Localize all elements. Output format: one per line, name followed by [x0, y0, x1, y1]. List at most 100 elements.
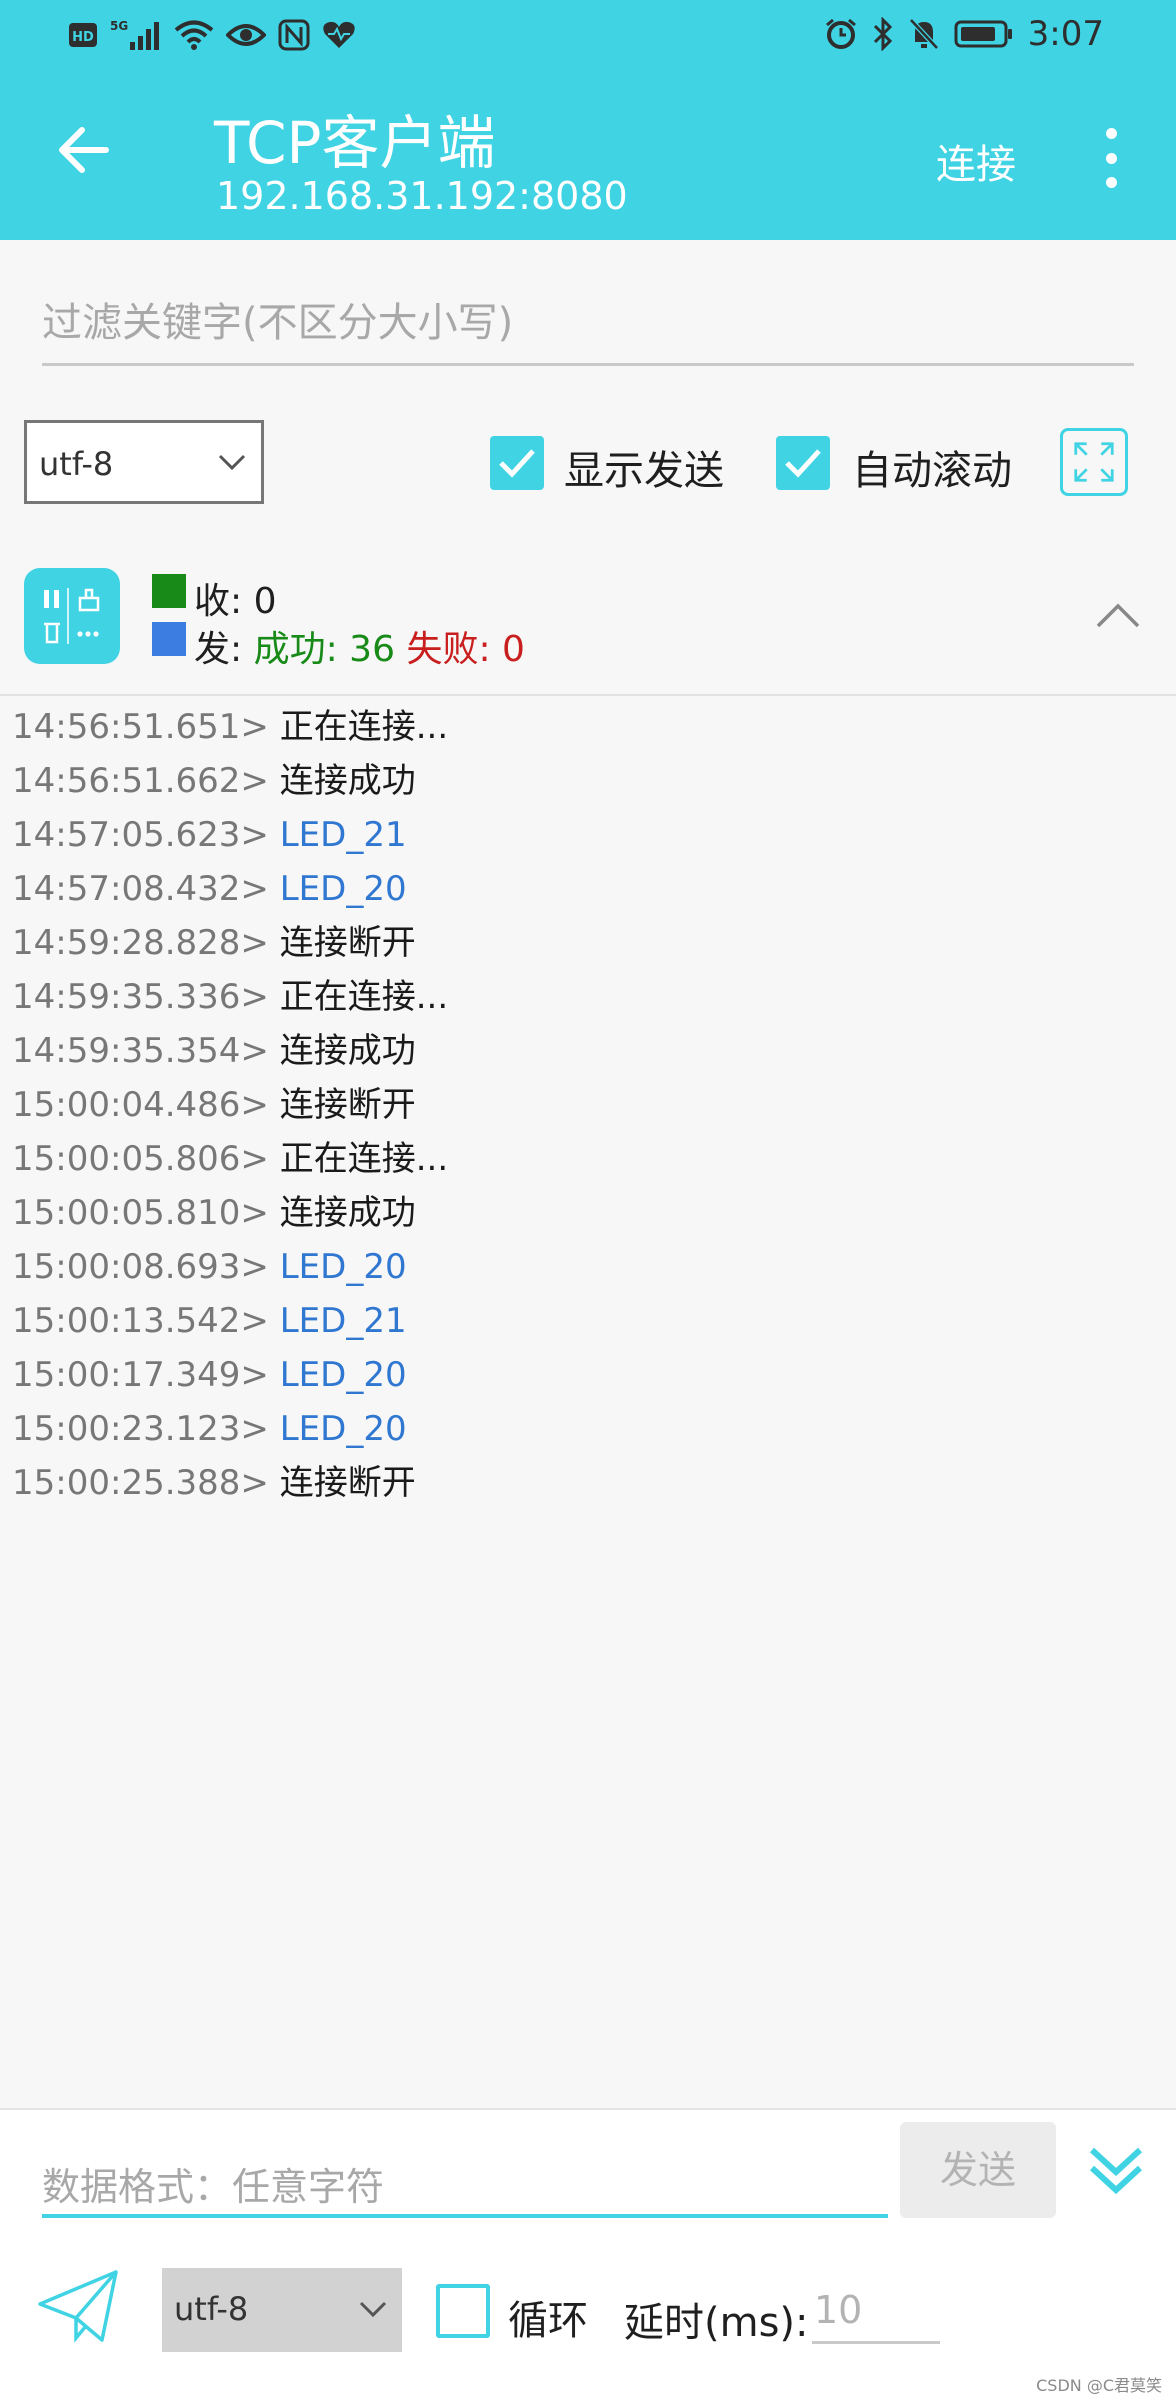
- send-button[interactable]: 发送: [900, 2122, 1056, 2218]
- fullscreen-icon[interactable]: [1060, 428, 1128, 496]
- log-message: LED_20: [279, 1247, 407, 1287]
- log-row: 15:00:23.123> LED_20: [12, 1402, 1162, 1456]
- log-message: LED_21: [279, 1301, 407, 1341]
- log-timestamp: 15:00:25.388>: [12, 1463, 269, 1503]
- log-message: 正在连接...: [279, 1139, 449, 1179]
- back-arrow-icon[interactable]: [52, 118, 116, 182]
- log-message: LED_20: [279, 1409, 407, 1449]
- log-row: 14:59:35.354> 连接成功: [12, 1024, 1162, 1078]
- delay-input[interactable]: 10: [812, 2282, 940, 2344]
- log-timestamp: 14:56:51.662>: [12, 761, 269, 801]
- log-message: 连接断开: [279, 1463, 416, 1503]
- log-timestamp: 14:57:08.432>: [12, 869, 269, 909]
- filter-input[interactable]: 过滤关键字(不区分大小写): [42, 286, 1134, 366]
- log-row: 15:00:08.693> LED_20: [12, 1240, 1162, 1294]
- connect-button[interactable]: 连接: [936, 132, 1016, 190]
- log-message: 连接成功: [279, 1193, 416, 1233]
- send-fail-count: 失败: 0: [406, 629, 525, 670]
- recv-value: 0: [253, 581, 277, 622]
- log-message: LED_21: [279, 815, 407, 855]
- auto-scroll-label: 自动滚动: [852, 448, 1012, 494]
- more-options-icon[interactable]: [1096, 128, 1126, 188]
- log-control-button[interactable]: [24, 568, 120, 664]
- double-chevron-down-icon[interactable]: [1084, 2138, 1148, 2202]
- log-message: 连接断开: [279, 1085, 416, 1125]
- checkmark-icon: [499, 449, 535, 478]
- mute-bell-icon: [908, 18, 939, 50]
- status-left-icons: HD 5G: [68, 18, 356, 52]
- log-message: 正在连接...: [279, 707, 449, 747]
- log-row: 14:56:51.662> 连接成功: [12, 754, 1162, 808]
- status-right-icons: 3:07: [824, 14, 1104, 54]
- log-timestamp: 14:59:35.336>: [12, 977, 269, 1017]
- checkmark-icon: [785, 449, 821, 478]
- log-timestamp: 14:56:51.651>: [12, 707, 269, 747]
- delay-label: 延时(ms):: [624, 2300, 809, 2346]
- hd-text: HD: [72, 30, 94, 45]
- send-color-swatch: [152, 622, 186, 656]
- alarm-icon: [825, 18, 856, 49]
- log-timestamp: 15:00:17.349>: [12, 1355, 269, 1395]
- log-row: 15:00:13.542> LED_21: [12, 1294, 1162, 1348]
- chevron-down-icon: [218, 454, 246, 471]
- receive-encoding-value: utf-8: [39, 445, 114, 483]
- log-row: 14:59:35.336> 正在连接...: [12, 970, 1162, 1024]
- pause-clear-icon: [44, 588, 100, 644]
- log-timestamp: 15:00:05.810>: [12, 1193, 269, 1233]
- server-address: 192.168.31.192:8080: [216, 174, 628, 218]
- more-dot: [1105, 128, 1117, 139]
- heart-icon: [323, 21, 355, 48]
- log-row: 14:57:08.432> LED_20: [12, 862, 1162, 916]
- 5g-signal-icon: 5G: [110, 19, 159, 50]
- log-timestamp: 14:57:05.623>: [12, 815, 269, 855]
- status-time: 3:07: [1027, 14, 1104, 54]
- send-encoding-select[interactable]: utf-8: [162, 2268, 402, 2352]
- battery-icon: [954, 20, 1012, 48]
- watermark: CSDN @C君莫笑: [1036, 2376, 1162, 2395]
- log-message: LED_20: [279, 1355, 407, 1395]
- loop-label: 循环: [508, 2298, 588, 2344]
- log-timestamp: 15:00:13.542>: [12, 1301, 269, 1341]
- wifi-icon: [174, 20, 214, 50]
- log-row: 14:56:51.651> 正在连接...: [12, 700, 1162, 754]
- nfc-icon: [278, 19, 310, 51]
- log-row: 14:57:05.623> LED_21: [12, 808, 1162, 862]
- log-row: 15:00:05.806> 正在连接...: [12, 1132, 1162, 1186]
- send-label: 发:: [194, 629, 243, 670]
- log-timestamp: 15:00:08.693>: [12, 1247, 269, 1287]
- recv-label: 收:: [194, 581, 243, 622]
- more-dot: [1105, 177, 1117, 188]
- more-dot: [1105, 152, 1117, 164]
- receive-encoding-select[interactable]: utf-8: [24, 420, 264, 504]
- log-timestamp: 15:00:23.123>: [12, 1409, 269, 1449]
- tcp-client-screen: HD 5G 3:07 TCP客户端 192.168.31.192:8080 连接…: [0, 0, 1176, 2400]
- show-send-label: 显示发送: [564, 448, 724, 494]
- bluetooth-icon: [873, 17, 892, 51]
- app-bar: HD 5G 3:07 TCP客户端 192.168.31.192:8080 连接: [0, 0, 1176, 240]
- log-message: 连接断开: [279, 923, 416, 963]
- send-success-count: 成功: 36: [253, 629, 395, 670]
- chevron-up-icon[interactable]: [1094, 596, 1142, 636]
- message-log[interactable]: 14:56:51.651> 正在连接... 14:56:51.662> 连接成功 1…: [12, 700, 1162, 1510]
- auto-scroll-checkbox[interactable]: [776, 436, 830, 490]
- log-message: 连接成功: [279, 761, 416, 801]
- recv-color-swatch: [152, 574, 186, 608]
- hd-icon: HD: [69, 23, 97, 47]
- recv-stat: 收: 0: [194, 572, 277, 624]
- log-timestamp: 15:00:05.806>: [12, 1139, 269, 1179]
- log-row: 15:00:05.810> 连接成功: [12, 1186, 1162, 1240]
- log-timestamp: 15:00:04.486>: [12, 1085, 269, 1125]
- log-row: 15:00:17.349> LED_20: [12, 1348, 1162, 1402]
- loop-checkbox[interactable]: [436, 2284, 490, 2338]
- show-send-checkbox[interactable]: [490, 436, 544, 490]
- page-title: TCP客户端: [214, 109, 496, 177]
- chevron-down-icon: [359, 2301, 387, 2318]
- paper-plane-icon[interactable]: [36, 2268, 122, 2344]
- send-data-input[interactable]: 数据格式：任意字符: [42, 2150, 888, 2218]
- log-timestamp: 14:59:35.354>: [12, 1031, 269, 1071]
- eye-icon: [226, 24, 266, 46]
- 5g-text: 5G: [110, 19, 128, 33]
- log-row: 14:59:28.828> 连接断开: [12, 916, 1162, 970]
- log-message: 连接成功: [279, 1031, 416, 1071]
- send-stat: 发: 成功: 36 失败: 0: [194, 620, 525, 672]
